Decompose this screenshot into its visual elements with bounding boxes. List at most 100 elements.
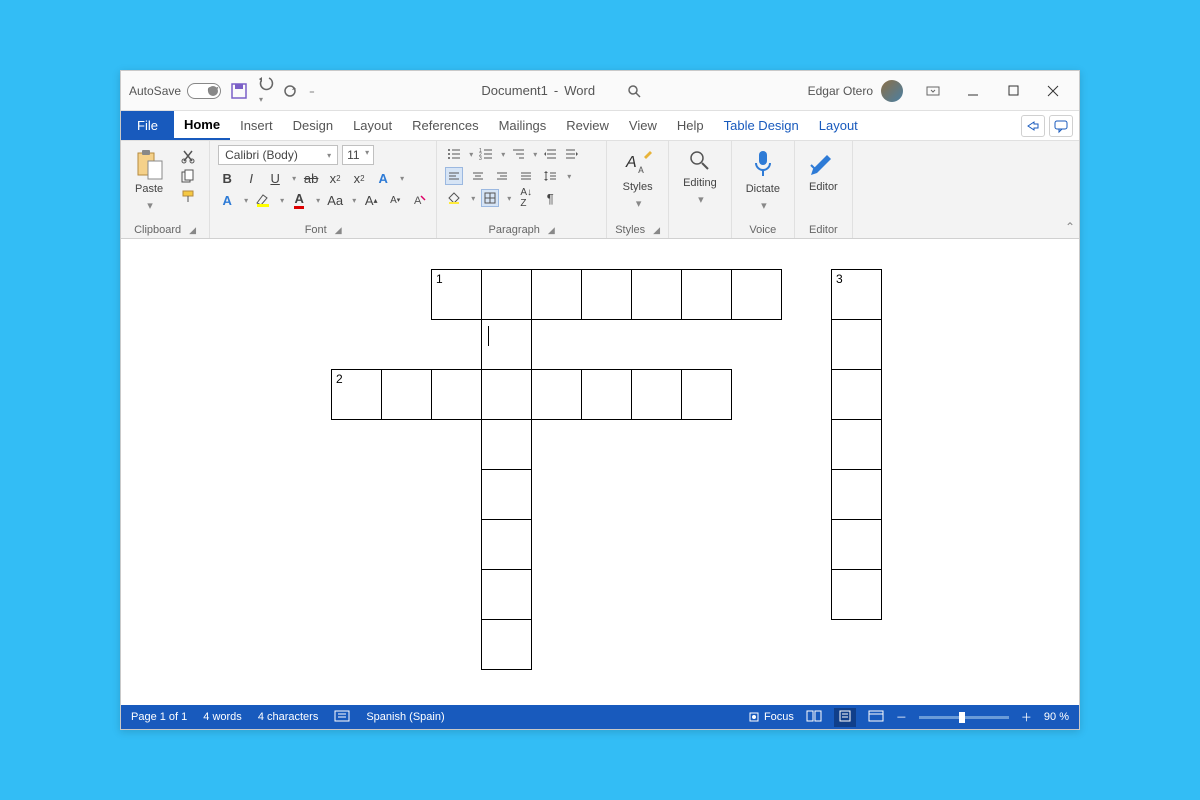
- editor-button[interactable]: Editor: [803, 145, 844, 197]
- tab-view[interactable]: View: [619, 111, 667, 140]
- tab-review[interactable]: Review: [556, 111, 619, 140]
- cell-r2-cm1[interactable]: [382, 370, 432, 420]
- underline-icon[interactable]: U: [266, 169, 284, 187]
- tab-file[interactable]: File: [121, 111, 174, 140]
- borders-icon[interactable]: [481, 189, 499, 207]
- sort-icon[interactable]: A↓Z: [517, 189, 535, 207]
- cell-r2-c3[interactable]: [582, 370, 632, 420]
- tab-layout[interactable]: Layout: [343, 111, 402, 140]
- shrink-font-icon[interactable]: A▾: [386, 191, 404, 209]
- italic-icon[interactable]: I: [242, 169, 260, 187]
- tab-design[interactable]: Design: [283, 111, 343, 140]
- autosave-toggle[interactable]: AutoSave Off: [129, 83, 221, 99]
- line-spacing-icon[interactable]: [541, 167, 559, 185]
- share-button[interactable]: [1021, 115, 1045, 137]
- cell-r0-c2[interactable]: [532, 270, 582, 320]
- font-color-icon[interactable]: A: [290, 191, 308, 209]
- multilevel-list-icon[interactable]: [509, 145, 527, 163]
- close-button[interactable]: [1035, 76, 1071, 106]
- paragraph-launcher-icon[interactable]: ◢: [548, 225, 555, 236]
- cell-r1-c1[interactable]: [482, 320, 532, 370]
- cell-r0-c5[interactable]: [682, 270, 732, 320]
- grow-font-icon[interactable]: A▴: [362, 191, 380, 209]
- web-layout-icon[interactable]: [868, 710, 884, 725]
- bullets-icon[interactable]: [445, 145, 463, 163]
- cell-r7-c1[interactable]: [482, 620, 532, 670]
- cell-r0-c4[interactable]: [632, 270, 682, 320]
- search-icon[interactable]: [627, 84, 641, 98]
- cell-r5-c8[interactable]: [832, 520, 882, 570]
- status-language[interactable]: Spanish (Spain): [366, 711, 444, 723]
- status-chars[interactable]: 4 characters: [258, 711, 319, 723]
- tab-references[interactable]: References: [402, 111, 488, 140]
- cell-r0-c3[interactable]: [582, 270, 632, 320]
- align-center-icon[interactable]: [469, 167, 487, 185]
- change-case-icon[interactable]: Aa: [326, 191, 344, 209]
- clear-formatting-icon[interactable]: A: [410, 191, 428, 209]
- shading-icon[interactable]: [445, 189, 463, 207]
- tab-mailings[interactable]: Mailings: [489, 111, 557, 140]
- cell-r4-c1[interactable]: [482, 470, 532, 520]
- cell-r6-c1[interactable]: [482, 570, 532, 620]
- font-style-icon[interactable]: A: [218, 191, 236, 209]
- document-area[interactable]: 1 3: [121, 239, 1079, 705]
- comments-button[interactable]: [1049, 115, 1073, 137]
- redo-icon[interactable]: [283, 84, 297, 98]
- tab-insert[interactable]: Insert: [230, 111, 283, 140]
- zoom-in-icon[interactable]: ＋: [1021, 709, 1032, 725]
- autosave-switch[interactable]: Off: [187, 83, 221, 99]
- status-words[interactable]: 4 words: [203, 711, 242, 723]
- collapse-ribbon-icon[interactable]: ⌃: [1065, 220, 1075, 234]
- crossword-table[interactable]: 1 3: [331, 269, 882, 670]
- increase-indent-icon[interactable]: [563, 145, 581, 163]
- format-painter-icon[interactable]: [179, 187, 197, 205]
- cell-r6-c8[interactable]: [832, 570, 882, 620]
- user-account[interactable]: Edgar Otero: [808, 80, 903, 102]
- cell-r3-c8[interactable]: [832, 420, 882, 470]
- justify-icon[interactable]: [517, 167, 535, 185]
- cell-r0-c0[interactable]: 1: [432, 270, 482, 320]
- tab-table-layout[interactable]: Layout: [809, 111, 868, 140]
- cell-r2-c1[interactable]: [482, 370, 532, 420]
- cell-r2-c2[interactable]: [532, 370, 582, 420]
- styles-launcher-icon[interactable]: ◢: [653, 225, 660, 236]
- spellcheck-icon[interactable]: [334, 710, 350, 725]
- save-icon[interactable]: [231, 83, 247, 99]
- print-layout-icon[interactable]: [834, 708, 856, 727]
- dictate-button[interactable]: Dictate▾: [740, 145, 786, 216]
- tab-table-design[interactable]: Table Design: [714, 111, 809, 140]
- bold-icon[interactable]: B: [218, 169, 236, 187]
- cell-r2-c4[interactable]: [632, 370, 682, 420]
- subscript-icon[interactable]: x2: [326, 169, 344, 187]
- text-effects-icon[interactable]: A: [374, 169, 392, 187]
- cell-r1-c8[interactable]: [832, 320, 882, 370]
- superscript-icon[interactable]: x2: [350, 169, 368, 187]
- decrease-indent-icon[interactable]: [541, 145, 559, 163]
- cell-r0-c6[interactable]: [732, 270, 782, 320]
- styles-button[interactable]: Aᴀ Styles▾: [615, 145, 660, 214]
- cell-r0-c8[interactable]: 3: [832, 270, 882, 320]
- clipboard-launcher-icon[interactable]: ◢: [189, 225, 196, 236]
- maximize-button[interactable]: [995, 76, 1031, 106]
- cell-r3-c1[interactable]: [482, 420, 532, 470]
- editing-button[interactable]: Editing▾: [677, 145, 723, 210]
- cell-r2-c0[interactable]: [432, 370, 482, 420]
- cut-icon[interactable]: [179, 147, 197, 165]
- focus-mode[interactable]: Focus: [748, 711, 794, 723]
- font-size-select[interactable]: 11▾: [342, 145, 374, 165]
- zoom-out-icon[interactable]: －: [896, 709, 907, 725]
- tab-help[interactable]: Help: [667, 111, 714, 140]
- undo-icon[interactable]: ▾: [257, 75, 273, 107]
- tab-home[interactable]: Home: [174, 111, 230, 140]
- cell-r2-cm2[interactable]: 2: [332, 370, 382, 420]
- cell-r5-c1[interactable]: [482, 520, 532, 570]
- copy-icon[interactable]: [179, 167, 197, 185]
- align-right-icon[interactable]: [493, 167, 511, 185]
- strikethrough-icon[interactable]: ab: [302, 169, 320, 187]
- zoom-value[interactable]: 90 %: [1044, 711, 1069, 723]
- paste-button[interactable]: Paste▾: [129, 145, 169, 216]
- zoom-slider[interactable]: [919, 716, 1009, 719]
- status-page[interactable]: Page 1 of 1: [131, 711, 187, 723]
- cell-r4-c8[interactable]: [832, 470, 882, 520]
- cell-r0-c1[interactable]: [482, 270, 532, 320]
